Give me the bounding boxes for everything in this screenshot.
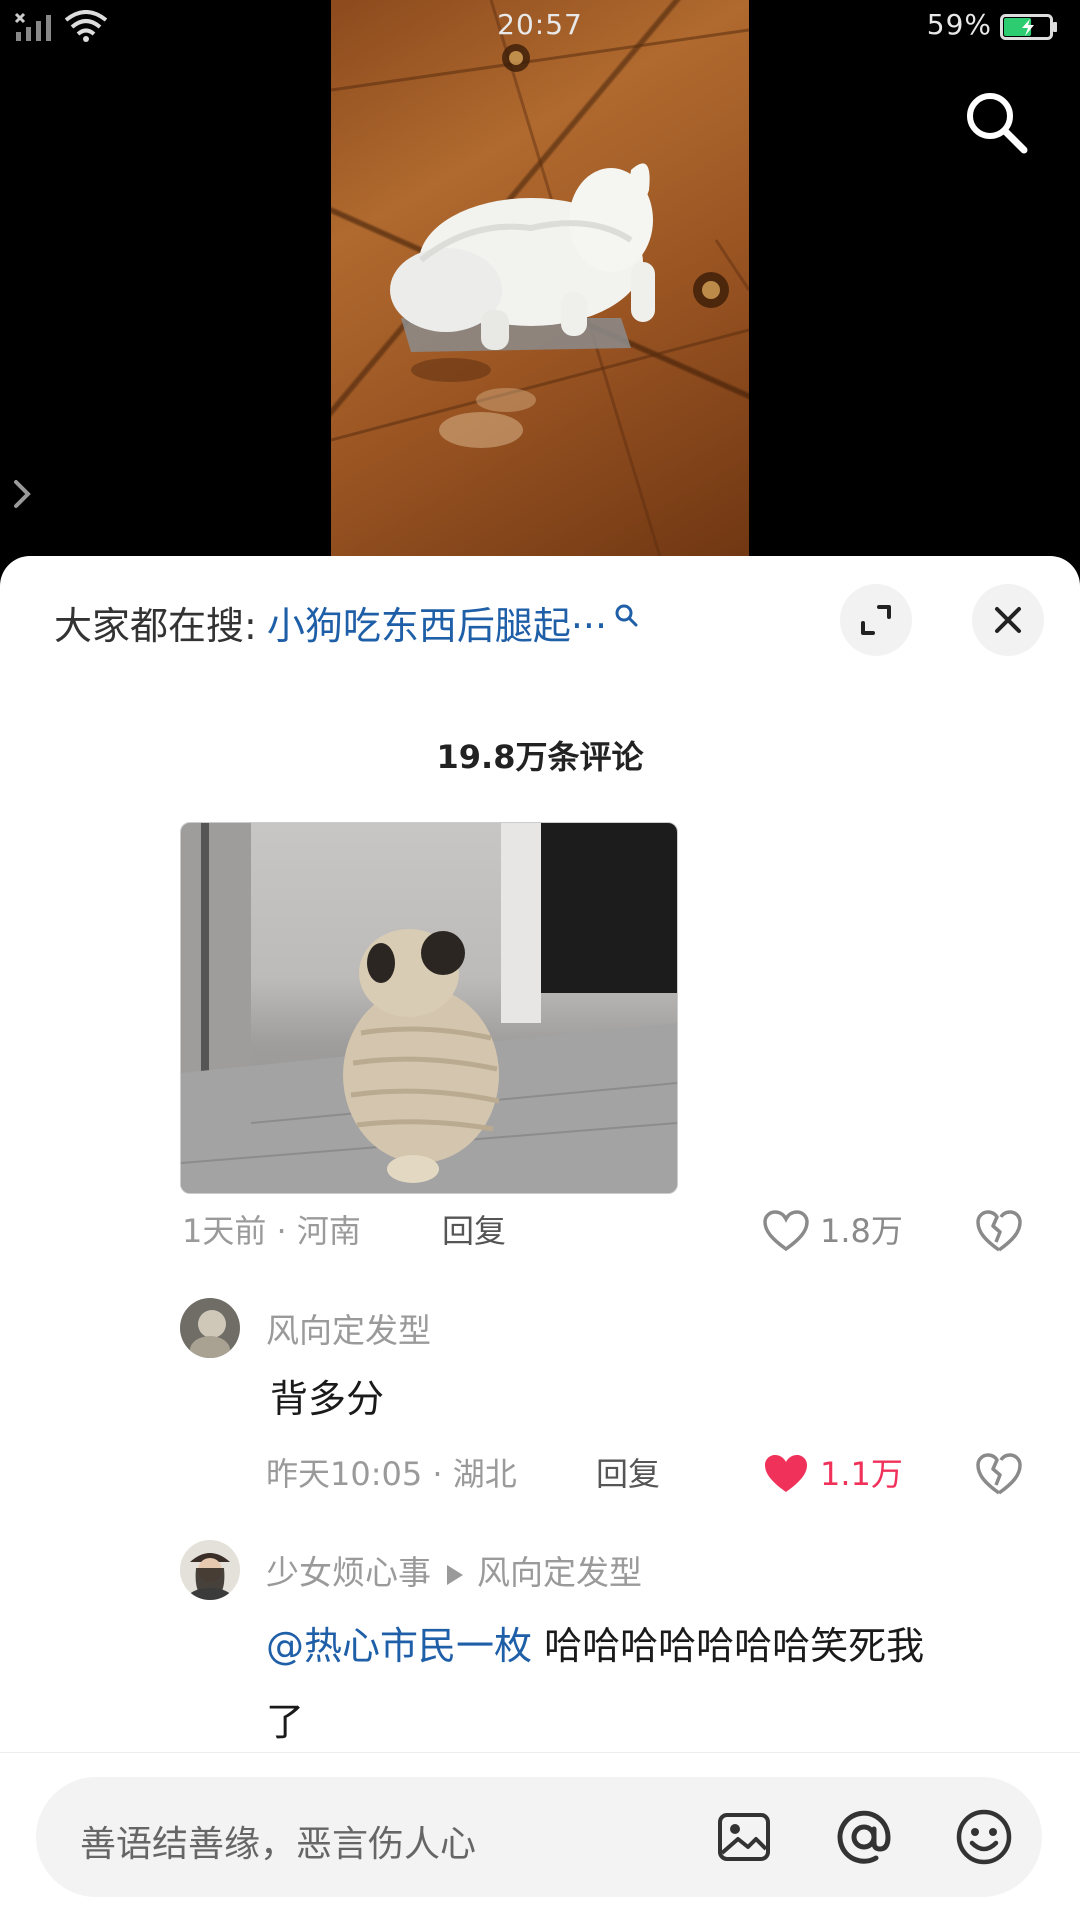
emoji-icon[interactable] xyxy=(954,1807,1014,1867)
at-icon[interactable] xyxy=(834,1807,894,1867)
puppy-video-still xyxy=(331,0,749,561)
comment-count: 19.8万条评论 xyxy=(436,738,644,776)
hot-search-prefix: 大家都在搜: xyxy=(54,603,257,648)
comment-meta: 昨天10:05 · 湖北 xyxy=(266,1455,517,1493)
broken-heart-icon[interactable] xyxy=(975,1208,1023,1254)
comment-text: 背多分 xyxy=(270,1377,385,1421)
expand-icon xyxy=(861,605,891,635)
chevron-right-icon[interactable] xyxy=(10,478,36,510)
search-icon[interactable] xyxy=(960,86,1032,158)
reply-to-username[interactable]: 风向定发型 xyxy=(477,1553,642,1592)
broken-heart-icon[interactable] xyxy=(975,1451,1023,1497)
comment-sheet: 大家都在搜: 小狗吃东西后腿起··· 19.8万条评论 1天前 · 河南 回复 … xyxy=(0,556,1080,1920)
comment-image[interactable] xyxy=(180,822,678,1194)
status-time: 20:57 xyxy=(497,8,583,41)
pug-photo xyxy=(181,823,677,1193)
video-player[interactable]: 20:57 59% xyxy=(0,0,1080,570)
reply-button[interactable]: 回复 xyxy=(442,1206,506,1252)
avatar[interactable] xyxy=(180,1298,240,1358)
like-count: 1.8万 xyxy=(820,1212,903,1250)
comment-text-line2: 了 xyxy=(266,1700,305,1744)
avatar[interactable] xyxy=(180,1540,240,1600)
username[interactable]: 风向定发型 xyxy=(266,1304,431,1352)
search-icon[interactable] xyxy=(613,602,639,628)
mention-link[interactable]: @热心市民一枚 xyxy=(266,1624,532,1668)
close-button[interactable] xyxy=(972,584,1044,656)
reply-button[interactable]: 回复 xyxy=(596,1449,660,1495)
username[interactable]: 少女烦心事 xyxy=(266,1553,431,1592)
comment-input-bar: 善语结善缘，恶言伤人心 xyxy=(0,1752,1080,1921)
heart-outline-icon[interactable] xyxy=(762,1209,810,1253)
image-icon[interactable] xyxy=(714,1807,774,1867)
comment-input-placeholder: 善语结善缘，恶言伤人心 xyxy=(80,1824,477,1865)
comment-input[interactable]: 善语结善缘，恶言伤人心 xyxy=(36,1777,1042,1897)
reply-arrow-icon xyxy=(447,1564,463,1585)
comment-meta: 1天前 · 河南 xyxy=(182,1212,361,1250)
comment-text-line1: 哈哈哈哈哈哈哈笑死我 xyxy=(532,1624,925,1668)
reply-header: 少女烦心事 风向定发型 xyxy=(266,1546,642,1594)
hot-search-bar[interactable]: 大家都在搜: 小狗吃东西后腿起··· xyxy=(54,592,639,652)
hot-search-query[interactable]: 小狗吃东西后腿起··· xyxy=(267,595,607,650)
comment-text: @热心市民一枚 哈哈哈哈哈哈哈笑死我 了 xyxy=(266,1608,1046,1760)
heart-filled-icon[interactable] xyxy=(762,1452,810,1496)
status-bar: 20:57 59% xyxy=(0,0,1080,52)
expand-button[interactable] xyxy=(840,584,912,656)
video-frame xyxy=(331,0,749,570)
battery-icon xyxy=(1000,14,1057,40)
close-icon xyxy=(995,607,1021,633)
battery-percent: 59% xyxy=(926,8,992,41)
like-count: 1.1万 xyxy=(820,1455,903,1493)
